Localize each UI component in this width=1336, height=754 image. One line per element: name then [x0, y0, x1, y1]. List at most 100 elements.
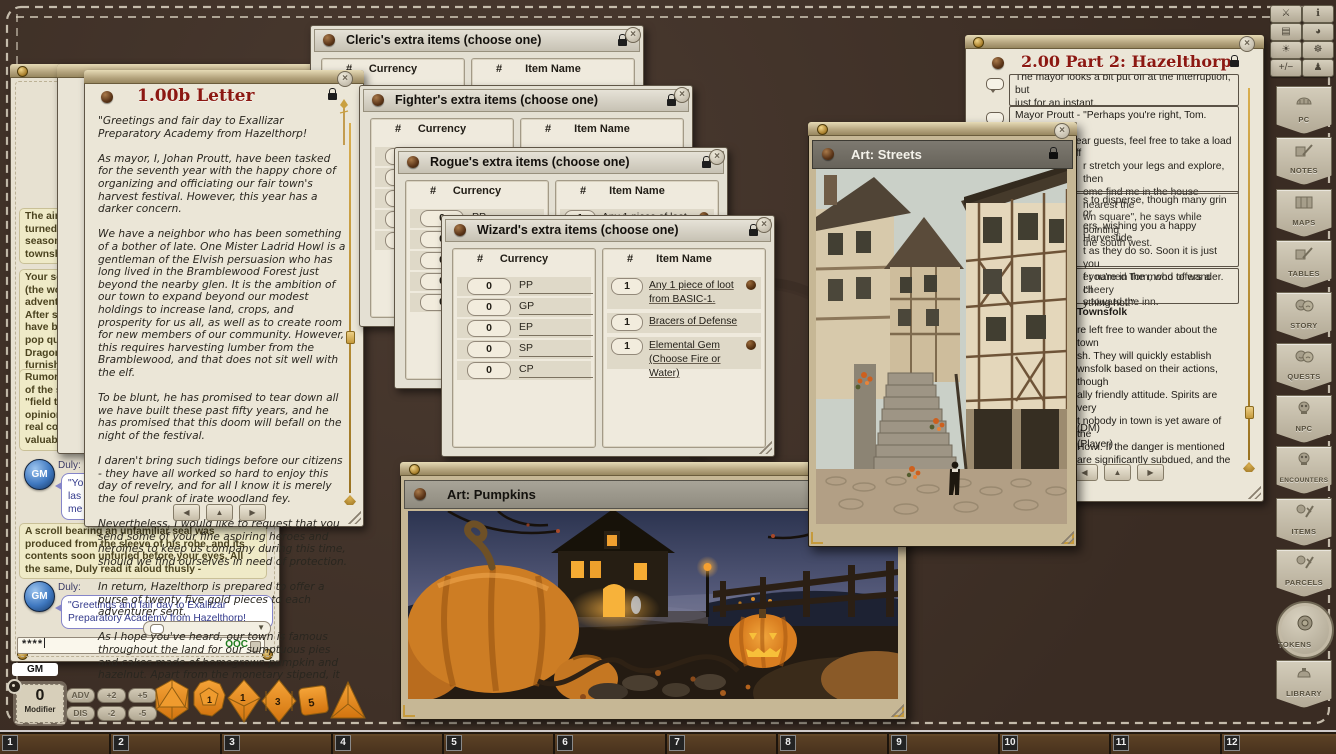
window-knob-icon[interactable] — [454, 224, 466, 236]
identity-tab[interactable]: GM — [12, 663, 58, 676]
item-qty-field[interactable]: 1 — [611, 338, 643, 355]
gm-avatar[interactable]: GM — [24, 459, 55, 490]
item-link[interactable]: Elemental Gem (Choose Fire or Water) — [649, 339, 751, 381]
window-topbar[interactable] — [808, 122, 1077, 136]
item-record-icon[interactable] — [746, 340, 756, 350]
item-qty-field[interactable]: 1 — [611, 314, 643, 331]
window-titlebar[interactable]: Art: Streets — [812, 140, 1073, 169]
window-knob-icon[interactable] — [407, 156, 419, 168]
hotbar-slot[interactable]: 10 — [1000, 734, 1111, 754]
party-info-icon[interactable]: ℹ — [1302, 5, 1334, 23]
sidebar-item-library[interactable]: LIBRARY — [1276, 660, 1332, 708]
close-icon[interactable]: × — [674, 87, 690, 103]
modifier-box[interactable]: 0 Modifier — [16, 684, 64, 723]
sidebar-item-tokens[interactable]: TOKENS — [1276, 601, 1334, 659]
sidebar-item-maps[interactable]: MAPS — [1276, 189, 1332, 237]
close-icon[interactable]: × — [1054, 123, 1070, 139]
streets-artwork[interactable] — [816, 169, 1067, 524]
gear-icon[interactable]: ☸ — [1302, 41, 1334, 59]
currency-qty-field[interactable]: 0 — [467, 362, 511, 379]
scrollbar[interactable] — [1248, 88, 1250, 460]
nav-up-button[interactable]: ▲ — [1104, 464, 1131, 481]
window-knob-icon[interactable] — [992, 57, 1004, 69]
plus-minus-icon[interactable]: +/− — [1270, 59, 1302, 77]
sidebar-item-encounters[interactable]: ENCOUNTERS — [1276, 446, 1332, 494]
hotbar-slot[interactable]: 5 — [444, 734, 555, 754]
item-link[interactable]: Any 1 piece of loot from BASIC-1. — [649, 279, 751, 307]
plus2-button[interactable]: +2 — [97, 688, 126, 703]
sidebar-item-tables[interactable]: TABLES — [1276, 240, 1332, 288]
nav-prev-button[interactable]: ◀ — [173, 504, 200, 521]
book-icon[interactable]: ▤ — [1270, 23, 1302, 41]
sidebar-item-quests[interactable]: QUESTS — [1276, 343, 1332, 391]
hotbar-slot[interactable]: 1 — [0, 734, 111, 754]
sidebar-item-pc[interactable]: PC — [1276, 86, 1332, 134]
sidebar-item-story[interactable]: STORY — [1276, 292, 1332, 340]
letter-text: "Greetings and fair day to Exallizar Pre… — [98, 115, 348, 682]
window-art-streets: × Art: Streets — [808, 122, 1077, 547]
nav-next-button[interactable]: ▶ — [239, 504, 266, 521]
lock-icon[interactable] — [702, 161, 711, 168]
resize-grip[interactable] — [346, 509, 361, 524]
window-title: Cleric's extra items (choose one) — [346, 33, 541, 47]
sidebar-item-parcels[interactable]: PARCELS — [1276, 549, 1332, 597]
gm-avatar[interactable]: GM — [24, 581, 55, 612]
lock-icon[interactable] — [328, 93, 337, 100]
lock-icon[interactable] — [749, 229, 758, 236]
close-icon[interactable]: × — [709, 149, 725, 165]
nav-next-button[interactable]: ▶ — [1137, 464, 1164, 481]
hotbar-slot[interactable]: 3 — [222, 734, 333, 754]
lock-icon[interactable] — [667, 99, 676, 106]
hotbar-slot[interactable]: 9 — [889, 734, 1000, 754]
window-knob-icon[interactable] — [372, 94, 384, 106]
window-topbar[interactable] — [84, 70, 364, 84]
item-link[interactable]: Bracers of Defense — [649, 315, 751, 329]
minus2-button[interactable]: -2 — [97, 706, 126, 721]
hotbar-slot[interactable]: 7 — [667, 734, 778, 754]
close-icon[interactable]: × — [337, 71, 353, 87]
scrollbar-thumb[interactable] — [346, 331, 355, 344]
close-icon[interactable]: × — [625, 27, 641, 43]
window-knob-icon[interactable] — [101, 91, 113, 103]
window-knob-icon[interactable] — [414, 488, 426, 500]
palette-icon[interactable]: ◕ — [1302, 23, 1334, 41]
lock-icon[interactable] — [618, 39, 627, 46]
window-knob-icon[interactable] — [323, 34, 335, 46]
window-titlebar[interactable]: Rogue's extra items (choose one) — [398, 151, 724, 174]
window-knob-icon[interactable] — [822, 148, 834, 160]
item-record-icon[interactable] — [746, 280, 756, 290]
hotbar-slot[interactable]: 6 — [555, 734, 667, 754]
hotbar-slot[interactable]: 12 — [1222, 734, 1336, 754]
sidebar-item-npc[interactable]: NPC — [1276, 395, 1332, 443]
currency-qty-field[interactable]: 0 — [467, 299, 511, 316]
hotbar-slot[interactable]: 8 — [778, 734, 889, 754]
scrollbar-thumb[interactable] — [1245, 406, 1254, 419]
window-titlebar[interactable]: Wizard's extra items (choose one) — [445, 219, 771, 242]
lock-icon[interactable] — [1049, 152, 1058, 159]
nav-up-button[interactable]: ▲ — [206, 504, 233, 521]
dis-button[interactable]: DIS — [66, 706, 95, 721]
sidebar-item-items[interactable]: ITEMS — [1276, 498, 1332, 546]
window-topbar[interactable] — [965, 35, 1264, 49]
adv-button[interactable]: ADV — [66, 688, 95, 703]
resize-grip[interactable] — [1246, 484, 1261, 499]
modifier-reset-icon[interactable] — [7, 679, 22, 694]
hotbar-slot[interactable]: 2 — [111, 734, 222, 754]
currency-qty-field[interactable]: 0 — [467, 320, 511, 337]
character-icon[interactable]: ♟ — [1302, 59, 1334, 77]
item-qty-field[interactable]: 1 — [611, 278, 643, 295]
currency-qty-field[interactable]: 0 — [467, 278, 511, 295]
currency-list: #Currency 0PP 0GP 0EP 0SP 0CP — [452, 248, 596, 448]
crossed-swords-icon[interactable]: ⚔ — [1270, 5, 1302, 23]
close-icon[interactable]: × — [1239, 36, 1255, 52]
window-titlebar[interactable]: Fighter's extra items (choose one) — [363, 89, 689, 112]
close-icon[interactable]: × — [756, 217, 772, 233]
day-night-icon[interactable]: ☀ — [1270, 41, 1302, 59]
hotbar-slot[interactable]: 4 — [333, 734, 444, 754]
currency-qty-field[interactable]: 0 — [467, 341, 511, 358]
lock-icon[interactable] — [1230, 60, 1239, 67]
scrollbar[interactable] — [349, 123, 351, 493]
sidebar-item-notes[interactable]: NOTES — [1276, 137, 1332, 185]
window-titlebar[interactable]: Cleric's extra items (choose one) — [314, 29, 640, 52]
hotbar-slot[interactable]: 11 — [1111, 734, 1222, 754]
